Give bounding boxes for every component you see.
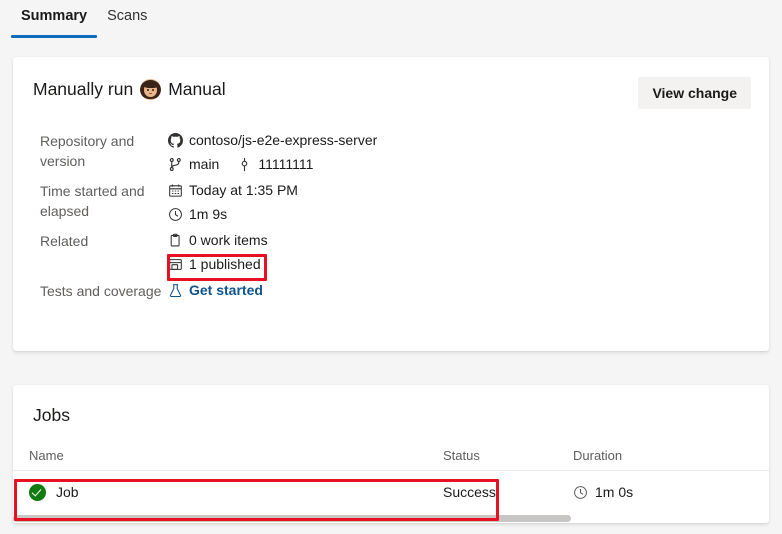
- jobs-table: Name Status Duration Job Success 1m 0s: [13, 441, 769, 513]
- job-duration-text: 1m 0s: [595, 484, 634, 500]
- time-started-value: Today at 1:35 PM: [168, 180, 600, 200]
- summary-metadata: Repository and version contoso/js-e2e-ex…: [40, 130, 600, 307]
- jobs-table-header: Name Status Duration: [13, 441, 769, 471]
- job-name: Job: [56, 484, 79, 500]
- column-header-status: Status: [443, 448, 480, 463]
- tab-summary[interactable]: Summary: [11, 0, 98, 38]
- meta-label-time: Time started and elapsed: [40, 183, 145, 219]
- published-artifacts-text: 1 published: [189, 256, 261, 272]
- avatar: [140, 79, 162, 100]
- clock-icon: [168, 207, 183, 222]
- meta-row-related: Related 0 work items 1 published: [40, 230, 600, 274]
- meta-row-time: Time started and elapsed Today at 1:35 P…: [40, 180, 600, 224]
- jobs-horizontal-scrollbar[interactable]: [13, 514, 769, 523]
- meta-row-tests: Tests and coverage Get started: [40, 280, 600, 301]
- meta-label-related: Related: [40, 233, 89, 249]
- repository-name: contoso/js-e2e-express-server: [189, 132, 378, 148]
- column-header-duration: Duration: [573, 448, 623, 463]
- beaker-icon: [168, 283, 183, 298]
- summary-card: Manually run Manual View change Reposito…: [13, 57, 769, 351]
- elapsed-text: 1m 9s: [189, 206, 228, 222]
- calendar-icon: [168, 183, 183, 198]
- tab-scans-label: Scans: [107, 8, 148, 24]
- artifact-icon: [168, 257, 183, 272]
- elapsed-value: 1m 9s: [168, 204, 600, 224]
- trigger-actor: Manual: [168, 79, 226, 99]
- github-icon: [168, 132, 183, 148]
- published-artifacts-value[interactable]: 1 published: [168, 254, 600, 274]
- meta-row-repository: Repository and version contoso/js-e2e-ex…: [40, 130, 600, 174]
- scrollbar-thumb[interactable]: [13, 515, 571, 522]
- tests-get-started-link[interactable]: Get started: [189, 280, 263, 300]
- tab-summary-label: Summary: [21, 8, 88, 24]
- commit-icon: [237, 157, 252, 172]
- branch-segment[interactable]: main: [168, 154, 219, 174]
- run-title-text: Manually run: [33, 79, 134, 99]
- job-name-cell: Job: [29, 483, 443, 501]
- success-check-icon: [29, 483, 46, 501]
- column-header-name: Name: [29, 448, 64, 463]
- view-change-button[interactable]: View change: [638, 77, 751, 109]
- jobs-card: Jobs Name Status Duration Job Success 1m…: [13, 385, 769, 523]
- work-items-value[interactable]: 0 work items: [168, 230, 600, 250]
- table-row[interactable]: Job Success 1m 0s: [13, 471, 769, 513]
- commit-segment[interactable]: 11111111: [237, 154, 313, 174]
- meta-label-tests: Tests and coverage: [40, 283, 162, 299]
- clock-icon: [573, 485, 588, 500]
- branch-name: main: [189, 156, 220, 172]
- commit-sha: 11111111: [258, 156, 314, 172]
- tab-scans[interactable]: Scans: [97, 0, 157, 36]
- time-started-text: Today at 1:35 PM: [189, 182, 298, 198]
- repository-value[interactable]: contoso/js-e2e-express-server: [168, 130, 600, 150]
- job-status-cell: Success: [443, 484, 496, 500]
- tests-value: Get started: [168, 280, 600, 300]
- run-title: Manually run Manual: [33, 79, 226, 100]
- jobs-title: Jobs: [33, 405, 70, 425]
- branch-icon: [168, 157, 183, 172]
- work-item-icon: [168, 233, 183, 248]
- work-items-text: 0 work items: [189, 232, 268, 248]
- version-value: main 11111111: [168, 154, 600, 174]
- job-duration-cell: 1m 0s: [573, 484, 733, 500]
- tab-strip: Summary Scans: [0, 0, 782, 45]
- meta-label-repository: Repository and version: [40, 133, 135, 169]
